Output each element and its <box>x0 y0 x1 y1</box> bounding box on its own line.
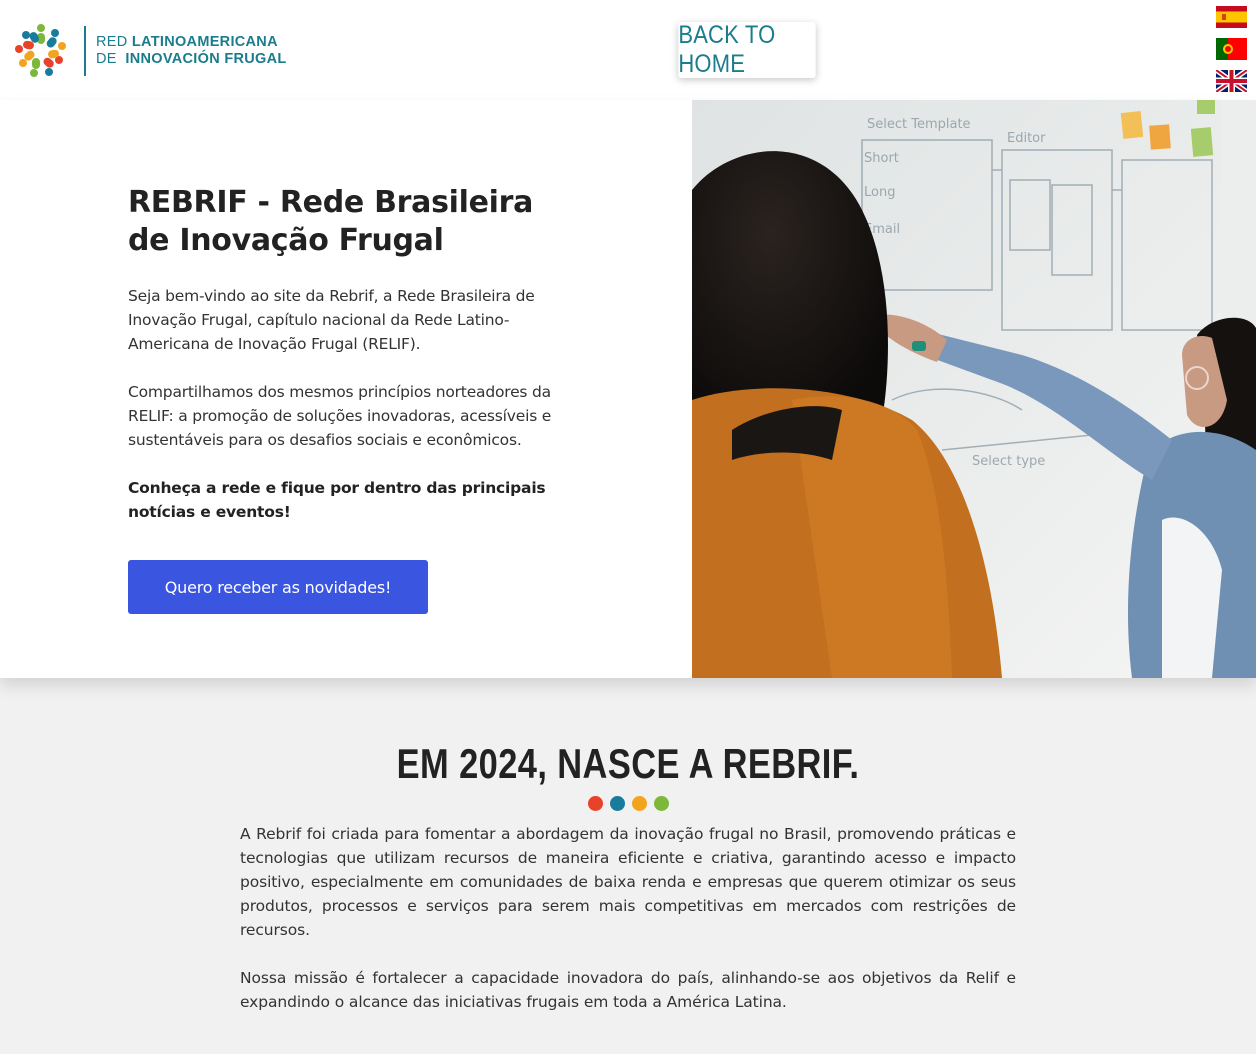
hero-paragraph-principles: Compartilhamos dos mesmos princípios nor… <box>128 383 552 449</box>
logo-line1-prefix: RED <box>96 34 128 50</box>
subscribe-newsletter-button[interactable]: Quero receber as novidades! <box>128 560 428 614</box>
about-section-body: A Rebrif foi criada para fomentar a abor… <box>240 822 1016 1038</box>
hero-paragraph-welcome: Seja bem-vindo ao site da Rebrif, a Rede… <box>128 287 535 353</box>
divider-dot-green <box>653 796 669 811</box>
divider-dot-orange <box>631 796 647 811</box>
logo-line2-main: INNOVACIÓN FRUGAL <box>125 51 287 67</box>
logo-divider <box>84 26 86 76</box>
relif-logo[interactable]: RED LATINOAMERICANA DE INNOVACIÓN FRUGAL <box>10 22 287 80</box>
about-section-title: EM 2024, NASCE A REBRIF. <box>396 740 860 787</box>
divider-dot-blue <box>609 796 625 811</box>
spanish-flag-icon[interactable] <box>1216 6 1247 28</box>
svg-text:Editor: Editor <box>1007 131 1046 146</box>
hero-photo-whiteboard: Select Template Short Long Email Editor … <box>692 100 1256 678</box>
site-header: RED LATINOAMERICANA DE INNOVACIÓN FRUGAL… <box>0 0 1256 100</box>
svg-text:Select Template: Select Template <box>867 117 971 132</box>
svg-text:Select type: Select type <box>972 454 1045 469</box>
language-switcher <box>1216 6 1248 102</box>
divider-dot-red <box>587 796 603 811</box>
about-paragraph-mission: Nossa missão é fortalecer a capacidade i… <box>240 969 1016 1011</box>
svg-text:Short: Short <box>864 151 899 166</box>
portuguese-flag-icon[interactable] <box>1216 38 1247 60</box>
hero-title: REBRIF - Rede Brasileira de Inovação Fru… <box>128 185 534 258</box>
about-paragraph-origin: A Rebrif foi criada para fomentar a abor… <box>240 825 1016 939</box>
uk-flag-icon[interactable] <box>1216 70 1247 92</box>
people-circle-logo-icon <box>15 24 66 77</box>
logo-line1-main: LATINOAMERICANA <box>131 34 278 50</box>
colored-dots-divider <box>0 796 1256 811</box>
back-to-home-button[interactable]: BACK TO HOME <box>678 21 816 78</box>
hero-section: REBRIF - Rede Brasileira de Inovação Fru… <box>0 100 1256 678</box>
hero-paragraph-callout: Conheça a rede e fique por dentro das pr… <box>128 479 546 521</box>
hero-text-block: REBRIF - Rede Brasileira de Inovação Fru… <box>128 184 558 524</box>
about-section: EM 2024, NASCE A REBRIF. A Rebrif foi cr… <box>0 700 1256 1011</box>
logo-wordmark: RED LATINOAMERICANA DE INNOVACIÓN FRUGAL <box>96 34 287 68</box>
whiteboard-meeting-illustration: Select Template Short Long Email Editor … <box>692 100 1256 678</box>
logo-line2-prefix: DE <box>96 51 117 67</box>
svg-text:Long: Long <box>864 185 895 200</box>
